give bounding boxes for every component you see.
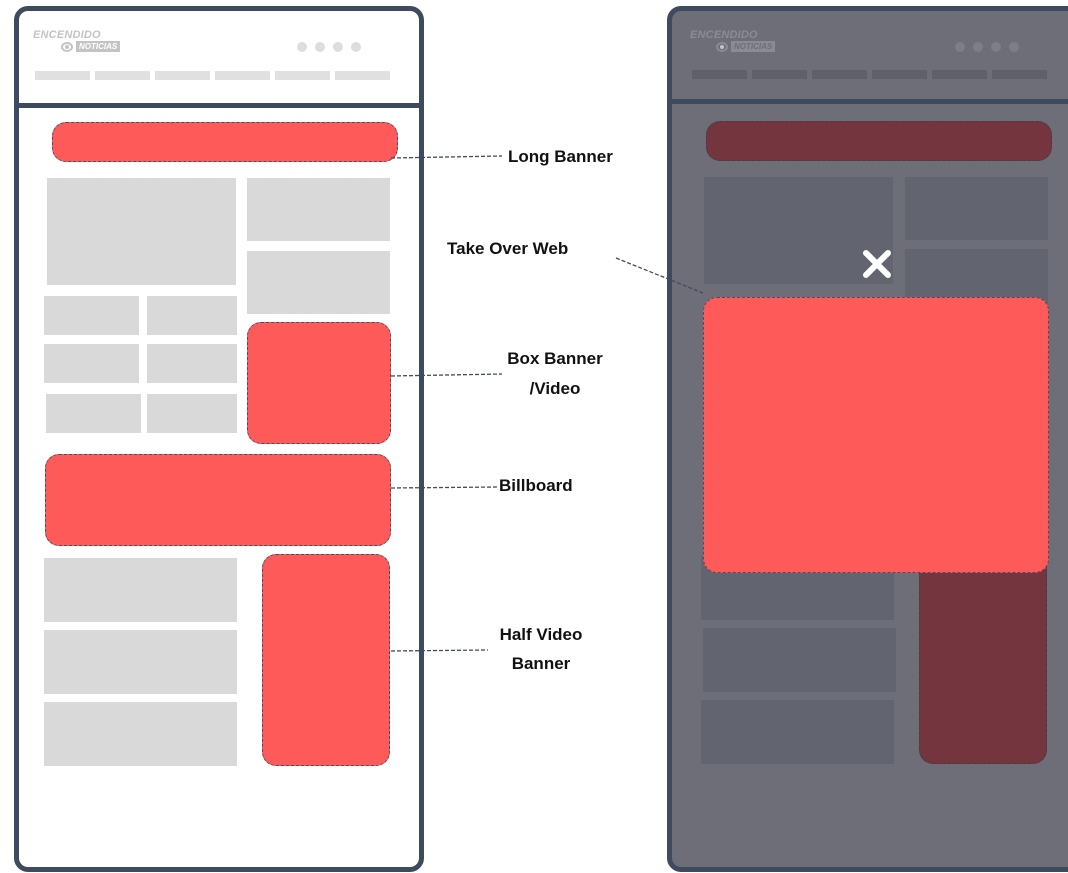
connector-half-video [390,649,489,652]
callout-connectors [390,155,704,652]
connector-billboard [390,486,499,489]
connector-take-over [615,257,704,294]
label-box-banner-line1: Box Banner [507,349,603,368]
label-half-video-line1: Half Video [499,625,583,644]
label-box-banner: Box Banner /Video [500,347,610,400]
connector-box-banner [390,373,503,377]
label-long-banner: Long Banner [508,147,613,166]
label-box-banner-line2: /Video [529,379,581,398]
connector-long-banner [390,155,503,159]
label-half-video-line2: Banner [511,654,571,673]
label-half-video-banner: Half Video Banner [486,623,596,675]
label-take-over-web: Take Over Web [447,239,569,258]
label-billboard: Billboard [499,476,573,495]
